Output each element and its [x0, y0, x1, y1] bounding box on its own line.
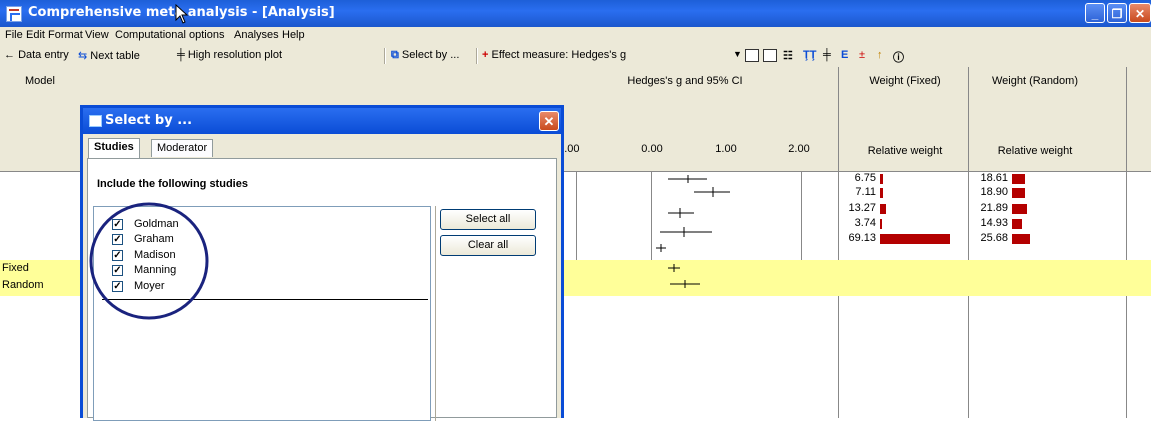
menu-file[interactable]: File	[5, 29, 23, 41]
effect-measure-label: Effect measure: Hedges's g	[491, 49, 627, 61]
forest-plot-header: Hedges's g and 95% CI	[627, 75, 743, 87]
minimize-button[interactable]: _	[1085, 3, 1105, 23]
select-all-button[interactable]: Select all	[440, 209, 536, 230]
weight-random-value: 18.90	[980, 186, 1008, 198]
axis-tick-label: 2.00	[788, 143, 810, 155]
arrow-left-icon: ←	[4, 49, 15, 61]
forest-plot-icon: ╪	[177, 49, 185, 61]
effect-measure-dropdown[interactable]: + Effect measure: Hedges's g	[482, 49, 626, 61]
menu-edit[interactable]: Edit	[26, 29, 45, 41]
weight-fixed-value: 6.75	[854, 172, 876, 184]
tab-studies[interactable]: Studies	[88, 138, 140, 158]
blank-view-icon[interactable]	[763, 49, 777, 62]
high-res-label: High resolution plot	[187, 49, 283, 61]
red-plot-icon[interactable]: ±	[859, 49, 865, 61]
weight-random-value: 21.89	[980, 202, 1008, 214]
divider	[435, 206, 436, 421]
random-row-label: Random	[2, 279, 44, 291]
dialog-title: Select by ...	[105, 113, 193, 128]
restore-button[interactable]: ❐	[1107, 3, 1127, 23]
select-by-label: Select by ...	[401, 49, 460, 61]
menu-view[interactable]: View	[85, 29, 109, 41]
menu-help[interactable]: Help	[282, 29, 305, 41]
weight-random-bar	[1012, 219, 1022, 229]
weight-random-bar	[1012, 204, 1027, 214]
toolbar: ← Data entry ⇆ Next table ╪ High resolut…	[0, 45, 1151, 68]
menu-bar: File Edit Format View Computational opti…	[0, 27, 1151, 45]
menu-analyses[interactable]: Analyses	[234, 29, 279, 41]
weight-random-bar	[1012, 188, 1025, 198]
menu-format[interactable]: Format	[48, 29, 83, 41]
arrow-up-icon[interactable]: ↑	[877, 49, 883, 61]
e-icon[interactable]: E	[841, 49, 848, 61]
weight-fixed-bar	[880, 219, 882, 229]
high-resolution-plot-button[interactable]: ╪ High resolution plot	[177, 49, 282, 61]
title-bar: Comprehensive meta analysis - [Analysis]…	[0, 0, 1151, 27]
close-button[interactable]: ✕	[1129, 3, 1151, 23]
dialog-icon	[89, 115, 102, 127]
weight-fixed-bar	[880, 234, 950, 244]
weight-fixed-value: 13.27	[848, 202, 876, 214]
relative-weight-random-label: Relative weight	[997, 145, 1073, 157]
weight-fixed-value: 7.11	[855, 186, 876, 198]
weight-fixed-bar	[880, 188, 883, 198]
dialog-close-button[interactable]: ✕	[539, 111, 559, 131]
weight-fixed-value: 69.13	[848, 232, 876, 244]
menu-computational-options[interactable]: Computational options	[115, 29, 224, 41]
select-by-button[interactable]: ⧉ Select by ...	[391, 49, 459, 62]
model-header: Model	[25, 75, 55, 87]
next-table-icon: ⇆	[78, 50, 88, 62]
forest-icon[interactable]: ╪	[823, 49, 831, 61]
weight-fixed-bar	[880, 174, 883, 184]
dialog-title-bar: Select by ... ✕	[83, 108, 561, 134]
forest-plot	[656, 175, 730, 288]
select-by-icon: ⧉	[391, 49, 399, 61]
weight-random-bar	[1012, 174, 1025, 184]
weight-fixed-value: 3.74	[854, 217, 876, 229]
weight-random-value: 18.61	[980, 172, 1008, 184]
relative-weight-fixed-label: Relative weight	[867, 145, 943, 157]
mouse-cursor-icon	[175, 4, 189, 24]
fixed-row-label: Fixed	[2, 262, 29, 274]
annotation-circle	[89, 202, 209, 320]
weight-random-value: 14.93	[980, 217, 1008, 229]
columns-icon[interactable]: ☷	[783, 49, 793, 62]
weight-fixed-bar	[880, 204, 886, 214]
chevron-down-icon[interactable]: ▼	[733, 49, 742, 59]
clear-all-button[interactable]: Clear all	[440, 235, 536, 256]
info-icon[interactable]: ⓘ	[893, 49, 904, 65]
axis-tick-label: 0.00	[641, 143, 663, 155]
data-entry-button[interactable]: ← Data entry	[4, 49, 69, 61]
include-heading: Include the following studies	[97, 178, 248, 190]
weight-random-header: Weight (Random)	[992, 75, 1078, 87]
sort-icon[interactable]: ŢŢ	[803, 49, 816, 61]
weight-random-bar	[1012, 234, 1030, 244]
next-table-label: Next table	[90, 50, 140, 62]
plus-icon: +	[482, 49, 489, 61]
data-entry-label: Data entry	[18, 49, 69, 61]
next-table-button[interactable]: ⇆ Next table	[78, 49, 140, 62]
tab-moderator[interactable]: Moderator	[151, 139, 214, 157]
axis-tick-label: 1.00	[715, 143, 737, 155]
app-icon	[6, 6, 22, 22]
weight-fixed-header: Weight (Fixed)	[869, 75, 941, 87]
weight-random-value: 25.68	[980, 232, 1008, 244]
table-view-icon[interactable]	[745, 49, 759, 62]
